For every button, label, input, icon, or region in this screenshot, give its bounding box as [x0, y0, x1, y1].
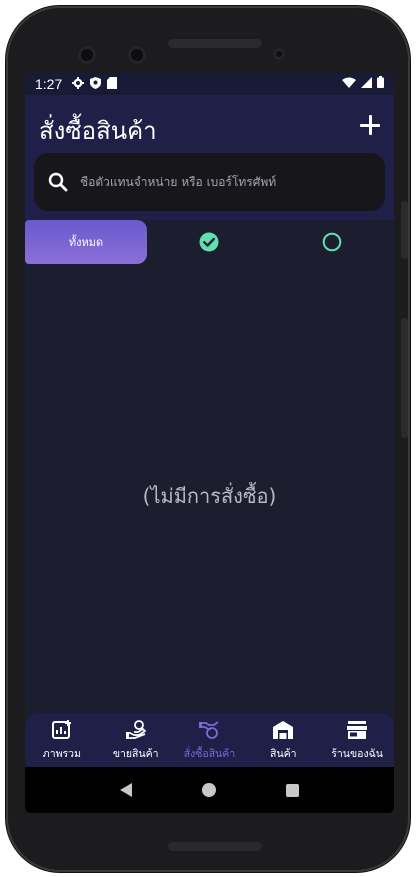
nav-item-order[interactable]: สั่งซื้อสินค้า — [173, 713, 247, 767]
nav-label: ขายสินค้า — [112, 747, 159, 760]
back-icon[interactable] — [120, 783, 132, 797]
page-title: สั่งซื้อสินค้า — [39, 117, 157, 145]
nav-item-products[interactable]: สินค้า — [246, 713, 320, 767]
recents-icon[interactable] — [286, 783, 299, 797]
filter-tabs: ทั้งหมด — [25, 220, 394, 268]
empty-state-message: (ไม่มีการสั่งซื้อ) — [142, 484, 277, 508]
nav-label: สั่งซื้อสินค้า — [183, 747, 236, 760]
screen: 1:27 สั่งซื้อสินค้า ชื่อตัวแทนจำหน่าย หร… — [25, 73, 394, 813]
search-bar[interactable] — [34, 153, 385, 211]
nav-label: สินค้า — [270, 747, 297, 760]
check-circle-icon[interactable] — [199, 232, 219, 252]
search-icon — [48, 172, 68, 192]
app-header: สั่งซื้อสินค้า — [25, 95, 394, 220]
front-camera — [78, 46, 96, 64]
wifi-icon — [342, 77, 356, 92]
search-input[interactable] — [80, 175, 360, 189]
signal-icon — [361, 76, 372, 92]
order-icon — [199, 720, 220, 739]
nav-item-sell[interactable]: ขายสินค้า — [99, 713, 173, 767]
settings-icon — [72, 76, 85, 92]
front-sensor — [128, 46, 146, 64]
home-icon[interactable] — [202, 783, 216, 797]
sell-icon — [125, 719, 146, 739]
store-icon — [347, 720, 368, 739]
system-navigation — [25, 767, 394, 813]
plus-icon[interactable] — [358, 113, 382, 137]
battery-icon — [377, 76, 384, 92]
nav-item-my-store[interactable]: ร้านของฉัน — [320, 713, 394, 767]
status-bar: 1:27 — [25, 73, 394, 95]
power-button[interactable] — [401, 201, 408, 259]
nav-item-overview[interactable]: ภาพรวม — [25, 713, 99, 767]
nav-label: ร้านของฉัน — [331, 747, 383, 760]
bottom-speaker — [168, 842, 262, 851]
dashboard-icon — [51, 719, 71, 739]
warehouse-icon — [273, 720, 294, 739]
empty-circle-icon[interactable] — [322, 232, 342, 252]
bottom-navigation: ภาพรวม ขายสินค้า สั่งซื้อสินค้า สินค้า ร… — [25, 713, 394, 767]
volume-button[interactable] — [401, 318, 408, 438]
filter-all-button[interactable]: ทั้งหมด — [25, 220, 147, 264]
shield-icon — [90, 76, 102, 92]
status-time: 1:27 — [35, 76, 63, 92]
proximity-sensor — [273, 48, 285, 60]
nav-label: ภาพรวม — [42, 747, 81, 760]
sdcard-icon — [107, 76, 118, 92]
top-speaker — [168, 39, 262, 48]
